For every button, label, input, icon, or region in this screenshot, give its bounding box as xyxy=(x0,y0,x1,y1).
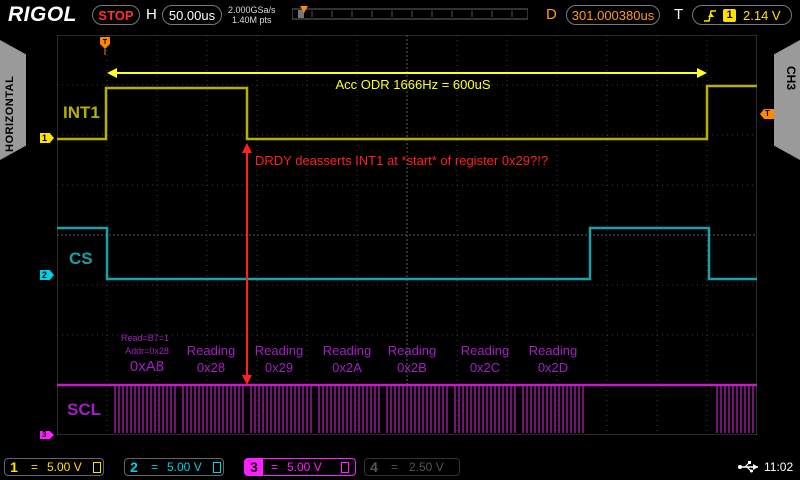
ch2-coupling: = xyxy=(151,460,159,474)
cs-label: CS xyxy=(69,249,93,268)
drdy-annotation: DRDY deasserts INT1 at *start* of regist… xyxy=(255,153,548,168)
ch2-marker-label: 2 xyxy=(42,270,48,280)
scl-label: SCL xyxy=(67,400,101,419)
ch3-number: 3 xyxy=(245,458,263,476)
horizontal-menu-tab[interactable]: HORIZONTAL xyxy=(0,30,48,450)
ch4-scale: 2.50 V xyxy=(409,460,444,474)
trigger-settings[interactable]: 1 2.14 V xyxy=(692,5,792,25)
ch1-status[interactable]: 1 = 5.00 V xyxy=(4,458,104,476)
ch2-status[interactable]: 2 = 5.00 V xyxy=(124,458,224,476)
reg-label: 0x29 xyxy=(265,360,293,375)
ch4-coupling: = xyxy=(391,460,399,474)
ch1-coupling: = xyxy=(31,460,39,474)
memory-position-strip[interactable] xyxy=(292,6,528,22)
odr-annotation: Acc ODR 1666Hz = 600uS xyxy=(336,77,491,92)
ch2-scale: 5.00 V xyxy=(167,460,202,474)
ch3-status[interactable]: 3 = 5.00 V xyxy=(244,458,356,476)
reading-word: Reading xyxy=(187,343,235,358)
rising-edge-icon xyxy=(704,10,716,22)
trigger-source-badge: 1 xyxy=(723,9,736,22)
reg-label: 0x2A xyxy=(332,360,362,375)
reg-label: 0x2B xyxy=(397,360,427,375)
channel-tab-label: CH3 xyxy=(784,65,798,90)
ch3-coupling: = xyxy=(271,460,279,474)
reg-label: 0x2C xyxy=(470,360,500,375)
ch1-number: 1 xyxy=(10,459,18,475)
ch3-scale: 5.00 V xyxy=(287,460,322,474)
reading-word: Reading xyxy=(323,343,371,358)
clock: 11:02 xyxy=(764,460,794,474)
delay-label: D xyxy=(546,6,557,23)
memory-depth: 1.40M pts xyxy=(232,15,272,25)
battery-icon xyxy=(341,462,349,473)
ch1-offset-marker[interactable]: 1 xyxy=(40,133,54,143)
trigger-label: T xyxy=(674,6,684,23)
top-status-bar: RIGOL STOP H 50.00us 2.000GSa/s 1.40M pt… xyxy=(0,0,800,30)
channel-status-bar: 1 = 5.00 V 2 = 5.00 V 3 = 5.00 V 4 = 2.5… xyxy=(0,454,800,480)
reg-label: 0x28 xyxy=(197,360,225,375)
battery-icon xyxy=(213,462,221,473)
reading-word: Reading xyxy=(388,343,436,358)
ch1-marker-label: 1 xyxy=(42,133,48,143)
brand-logo: RIGOL xyxy=(8,3,77,26)
ch3-marker-label: 3 xyxy=(42,430,47,439)
read-note-2: Addr=0x28 xyxy=(125,346,169,356)
battery-icon xyxy=(93,462,101,473)
trigger-level-marker-label: T xyxy=(765,109,770,118)
ch1-scale: 5.00 V xyxy=(47,460,82,474)
reading-word: Reading xyxy=(529,343,577,358)
ch4-number: 4 xyxy=(370,459,378,475)
waveform-display[interactable]: T Acc ODR 1666Hz = 600uS DRDY deasserts … xyxy=(57,35,757,435)
usb-icon xyxy=(738,461,758,473)
ch2-number: 2 xyxy=(130,459,138,475)
run-stop-indicator[interactable]: STOP xyxy=(92,5,140,25)
delay-value[interactable]: 301.000380us xyxy=(566,5,660,25)
channel-tab-shape: CH3 xyxy=(774,40,800,160)
trigger-time-marker-label: T xyxy=(103,39,108,46)
horizontal-tab-shape: HORIZONTAL xyxy=(0,40,26,160)
horizontal-tab-label: HORIZONTAL xyxy=(4,75,16,152)
ch4-status[interactable]: 4 = 2.50 V xyxy=(364,458,460,476)
first-byte-label: 0xA8 xyxy=(130,358,164,375)
read-note-1: Read=B7=1 xyxy=(121,333,169,343)
ch3-offset-marker[interactable]: 3 xyxy=(40,431,54,439)
horizontal-label: H xyxy=(146,6,157,23)
reading-word: Reading xyxy=(255,343,303,358)
timebase-value[interactable]: 50.00us xyxy=(162,5,222,25)
ch2-offset-marker[interactable]: 2 xyxy=(40,270,54,280)
reading-word: Reading xyxy=(461,343,509,358)
reg-label: 0x2D xyxy=(538,360,568,375)
int1-label: INT1 xyxy=(63,103,100,122)
channel-menu-tab[interactable]: CH3 xyxy=(752,30,800,450)
sample-rate: 2.000GSa/s xyxy=(228,5,276,15)
trigger-level: 2.14 V xyxy=(743,8,781,23)
acquisition-info: 2.000GSa/s 1.40M pts xyxy=(228,5,276,25)
